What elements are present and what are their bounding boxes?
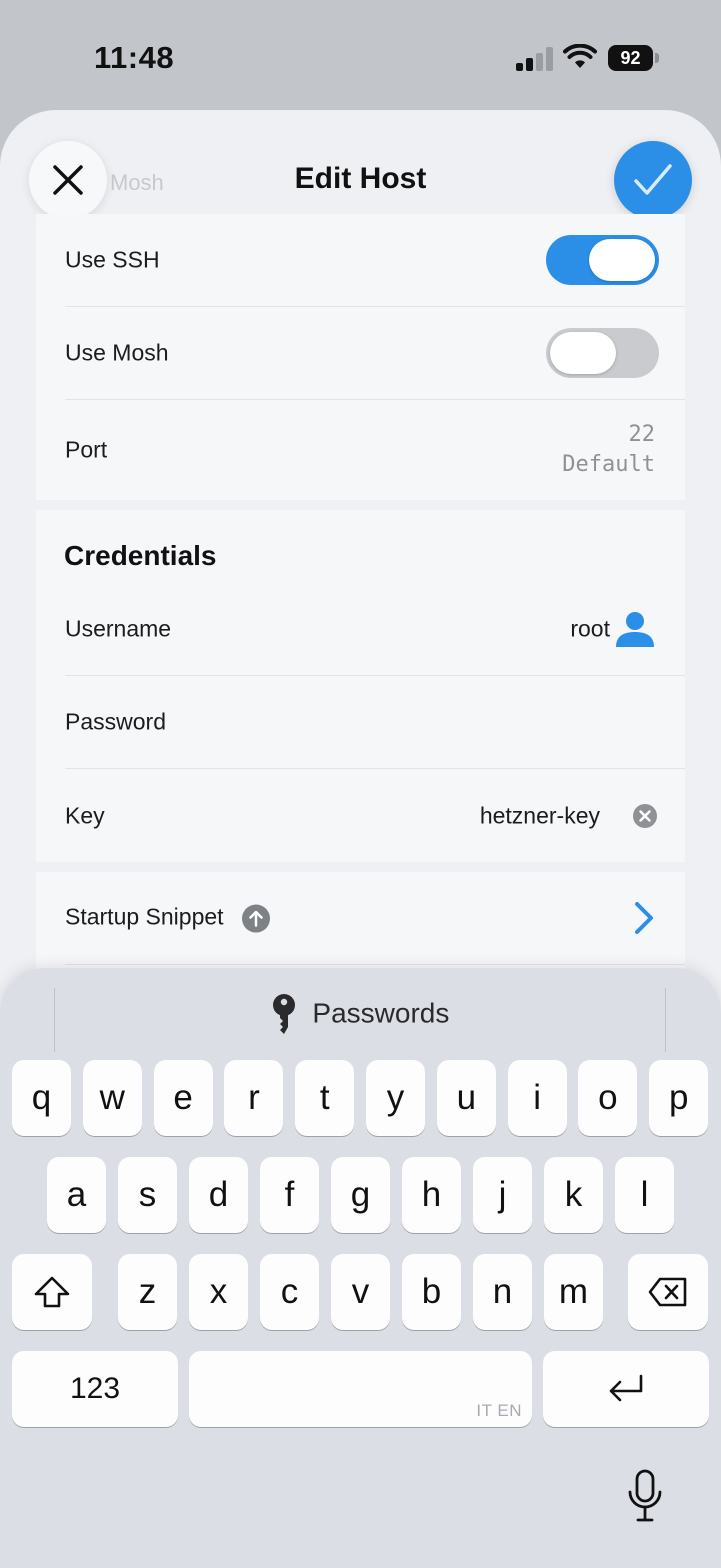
key-x[interactable]: x <box>189 1254 248 1330</box>
battery-icon: 92 <box>608 45 659 71</box>
username-value[interactable]: root <box>570 616 610 643</box>
key-o[interactable]: o <box>578 1060 638 1136</box>
use-mosh-toggle[interactable] <box>546 328 659 378</box>
backspace-icon <box>648 1277 687 1307</box>
credentials-card: Credentials Username root Password Key h… <box>36 510 685 862</box>
clear-icon[interactable] <box>633 803 657 828</box>
password-label: Password <box>65 708 166 735</box>
use-ssh-row: Use SSH <box>65 214 685 307</box>
key-i[interactable]: i <box>507 1060 567 1136</box>
key-row[interactable]: Key hetzner-key <box>65 769 685 862</box>
key-k[interactable]: k <box>544 1157 603 1233</box>
key-c[interactable]: c <box>260 1254 319 1330</box>
delete-key[interactable] <box>628 1254 708 1330</box>
key-j[interactable]: j <box>473 1157 532 1233</box>
port-label: Port <box>65 436 108 463</box>
keyboard: Passwords qwertyuiop asdfghjkl zxcvbnm 123… <box>0 968 721 1568</box>
key-value[interactable]: hetzner-key <box>480 802 600 829</box>
key-t[interactable]: t <box>295 1060 355 1136</box>
port-row[interactable]: Port 22 Default <box>65 400 685 500</box>
key-p[interactable]: p <box>649 1060 709 1136</box>
key-f[interactable]: f <box>260 1157 319 1233</box>
return-key[interactable] <box>543 1351 709 1427</box>
battery-level: 92 <box>608 45 653 71</box>
key-n[interactable]: n <box>473 1254 532 1330</box>
shift-icon <box>34 1276 70 1308</box>
key-q[interactable]: q <box>12 1060 71 1136</box>
shift-key[interactable] <box>12 1254 92 1330</box>
person-icon[interactable] <box>615 609 655 649</box>
password-row[interactable]: Password <box>65 676 685 769</box>
key-s[interactable]: s <box>118 1157 177 1233</box>
use-ssh-toggle[interactable] <box>546 235 659 285</box>
space-language-label: IT EN <box>476 1401 522 1420</box>
confirm-button[interactable] <box>614 141 692 219</box>
key-g[interactable]: g <box>331 1157 390 1233</box>
key-label: Key <box>65 802 105 828</box>
cellular-signal-icon <box>516 47 553 71</box>
port-hint: Default <box>562 452 655 477</box>
port-field[interactable]: 22 Default <box>562 420 655 480</box>
startup-snippet-text: Startup Snippet <box>65 903 224 930</box>
username-label: Username <box>65 615 172 642</box>
key-z[interactable]: z <box>118 1254 177 1330</box>
port-value: 22 <box>628 422 656 447</box>
key-l[interactable]: l <box>615 1157 674 1233</box>
key-d[interactable]: d <box>189 1157 248 1233</box>
connection-card: Use SSH Use Mosh Port 22 Default <box>36 214 685 500</box>
use-mosh-row: Use Mosh <box>65 307 685 400</box>
key-m[interactable]: m <box>544 1254 603 1330</box>
key-w[interactable]: w <box>82 1060 142 1136</box>
numbers-key[interactable]: 123 <box>12 1351 178 1427</box>
startup-snippet-row[interactable]: Startup Snippet <box>65 872 685 965</box>
key-u[interactable]: u <box>436 1060 496 1136</box>
status-time: 11:48 <box>94 40 175 75</box>
suggestion-bar: Passwords <box>54 988 666 1052</box>
space-key[interactable]: IT EN <box>189 1351 532 1427</box>
key-v[interactable]: v <box>331 1254 390 1330</box>
use-ssh-label: Use SSH <box>65 246 160 273</box>
passwords-suggestion-label: Passwords <box>312 997 450 1029</box>
wifi-icon <box>563 44 597 68</box>
microphone-icon[interactable] <box>625 1468 665 1524</box>
key-e[interactable]: e <box>153 1060 213 1136</box>
startup-snippet-label: Startup Snippet <box>65 904 270 933</box>
key-icon <box>272 994 295 1034</box>
key-r[interactable]: r <box>224 1060 284 1136</box>
key-a[interactable]: a <box>47 1157 106 1233</box>
passwords-suggestion[interactable]: Passwords <box>55 994 665 1036</box>
return-icon <box>609 1374 643 1402</box>
chevron-right-icon[interactable] <box>633 901 655 935</box>
page-title: Edit Host <box>294 162 427 195</box>
key-b[interactable]: b <box>402 1254 461 1330</box>
arrow-up-circle-icon[interactable] <box>241 904 270 933</box>
key-y[interactable]: y <box>366 1060 425 1136</box>
credentials-title: Credentials <box>64 540 217 571</box>
use-mosh-label: Use Mosh <box>65 339 169 366</box>
username-row[interactable]: Username root <box>65 583 685 676</box>
key-h[interactable]: h <box>402 1157 461 1233</box>
checkmark-icon <box>634 164 672 195</box>
status-bar: 11:48 92 <box>0 0 721 110</box>
